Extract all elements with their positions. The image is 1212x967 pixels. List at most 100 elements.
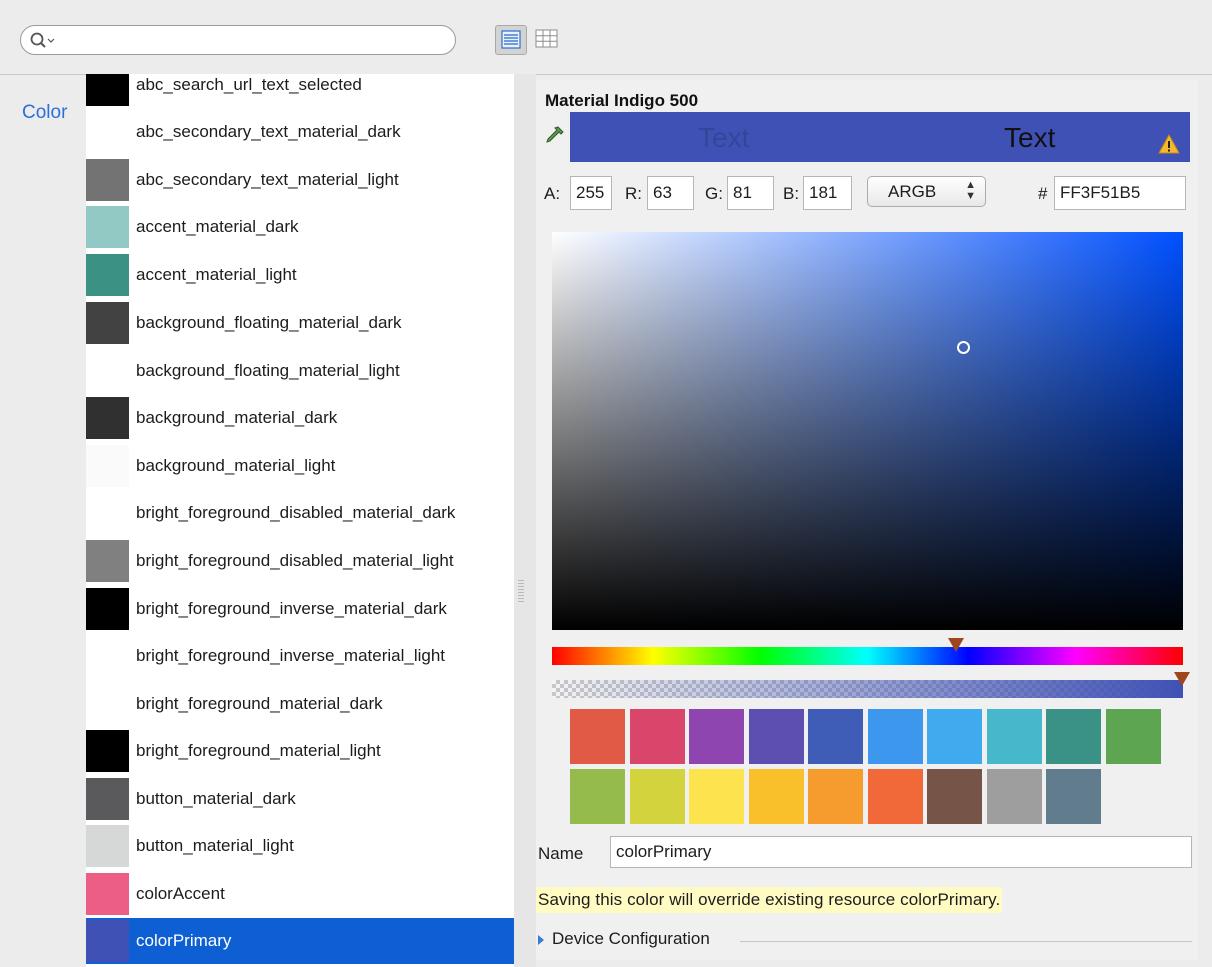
color-swatch bbox=[86, 492, 129, 534]
color-name: accent_material_dark bbox=[136, 217, 299, 236]
color-swatch bbox=[86, 588, 129, 630]
palette-color[interactable] bbox=[1046, 709, 1101, 764]
list-view-icon bbox=[501, 30, 521, 49]
eyedropper-icon[interactable] bbox=[544, 124, 566, 148]
color-name: bright_foreground_disabled_material_dark bbox=[136, 503, 456, 522]
palette-color[interactable] bbox=[570, 769, 625, 824]
color-list-item[interactable]: background_material_light bbox=[86, 443, 514, 489]
color-swatch bbox=[86, 302, 129, 344]
color-list-item[interactable]: bright_foreground_inverse_material_dark bbox=[86, 586, 514, 632]
palette-color[interactable] bbox=[986, 709, 1042, 764]
color-list-item[interactable]: bright_foreground_disabled_material_ligh… bbox=[86, 538, 514, 584]
color-list-item[interactable]: background_floating_material_light bbox=[86, 348, 514, 394]
grid-view-icon bbox=[535, 29, 558, 48]
green-label: G: bbox=[705, 184, 723, 203]
color-list-item[interactable]: abc_secondary_text_material_light bbox=[86, 157, 514, 203]
green-field[interactable] bbox=[727, 176, 774, 210]
color-swatch bbox=[86, 111, 129, 153]
palette-color[interactable] bbox=[927, 769, 982, 824]
color-name: accent_material_light bbox=[136, 265, 297, 284]
alpha-slider[interactable] bbox=[552, 680, 1183, 698]
device-configuration-section[interactable]: Device Configuration bbox=[538, 929, 1192, 953]
hue-slider[interactable] bbox=[552, 647, 1183, 665]
color-name: abc_secondary_text_material_light bbox=[136, 170, 399, 189]
color-name: abc_secondary_text_material_dark bbox=[136, 122, 401, 141]
color-swatch bbox=[86, 74, 129, 106]
color-list-item[interactable]: colorAccent bbox=[86, 871, 514, 917]
color-list-item[interactable]: accent_material_light bbox=[86, 252, 514, 298]
splitter-grip[interactable] bbox=[518, 580, 524, 602]
color-swatch bbox=[86, 350, 129, 392]
color-picker-cursor[interactable] bbox=[957, 341, 970, 354]
blue-field[interactable] bbox=[803, 176, 852, 210]
hue-slider-thumb[interactable] bbox=[948, 638, 964, 652]
color-editor-panel: Material Indigo 500 Text Text A: R: G: B… bbox=[536, 80, 1198, 960]
color-swatch bbox=[86, 635, 129, 677]
alpha-field[interactable] bbox=[570, 176, 612, 210]
color-list-item[interactable]: abc_search_url_text_selected bbox=[86, 74, 514, 108]
palette-color[interactable] bbox=[808, 769, 863, 824]
color-list-item[interactable]: colorPrimary bbox=[86, 918, 514, 964]
palette-color[interactable] bbox=[927, 709, 982, 764]
color-list-item[interactable]: button_material_light bbox=[86, 823, 514, 869]
color-resource-list[interactable]: abc_search_url_text_selected abc_secondar… bbox=[86, 74, 514, 967]
grid-view-button[interactable] bbox=[533, 25, 565, 55]
toolbar bbox=[0, 0, 1212, 75]
color-list-item[interactable]: bright_foreground_material_light bbox=[86, 728, 514, 774]
search-icon bbox=[30, 32, 55, 48]
color-preview: Text Text bbox=[570, 112, 1190, 162]
palette-color[interactable] bbox=[808, 709, 863, 764]
palette-color[interactable] bbox=[689, 709, 744, 764]
color-name: bright_foreground_material_light bbox=[136, 741, 381, 760]
color-swatch bbox=[86, 206, 129, 248]
color-format-value: ARGB bbox=[888, 182, 937, 201]
color-swatch bbox=[86, 397, 129, 439]
palette-color[interactable] bbox=[867, 709, 923, 764]
color-list-item[interactable]: accent_material_dark bbox=[86, 204, 514, 250]
palette-color[interactable] bbox=[570, 709, 625, 764]
search-input[interactable] bbox=[61, 29, 445, 53]
palette-color[interactable] bbox=[689, 769, 744, 824]
preview-text-light: Text bbox=[1004, 122, 1056, 153]
hex-field[interactable] bbox=[1054, 176, 1186, 210]
color-list-item[interactable]: background_material_dark bbox=[86, 395, 514, 441]
search-box[interactable] bbox=[20, 25, 456, 55]
color-format-select[interactable]: ARGB ▲ ▼ bbox=[867, 176, 986, 207]
color-name: background_floating_material_light bbox=[136, 361, 400, 380]
disclosure-triangle-icon[interactable] bbox=[538, 935, 544, 945]
color-list-item[interactable]: bright_foreground_inverse_material_light bbox=[86, 633, 514, 679]
color-name: button_material_dark bbox=[136, 789, 296, 808]
alpha-slider-thumb[interactable] bbox=[1174, 672, 1190, 686]
color-list-item[interactable]: abc_secondary_text_material_dark bbox=[86, 109, 514, 155]
palette-color[interactable] bbox=[1046, 769, 1101, 824]
category-color[interactable]: Color bbox=[22, 102, 67, 124]
color-name: background_floating_material_dark bbox=[136, 313, 402, 332]
blue-label: B: bbox=[783, 184, 800, 203]
splitter[interactable] bbox=[514, 74, 536, 967]
red-field[interactable] bbox=[647, 176, 694, 210]
palette-color[interactable] bbox=[748, 769, 804, 824]
palette-color[interactable] bbox=[629, 769, 685, 824]
color-name: colorPrimary bbox=[136, 931, 232, 950]
palette-color[interactable] bbox=[867, 769, 923, 824]
color-swatch bbox=[86, 920, 129, 962]
name-field[interactable] bbox=[610, 836, 1192, 868]
contrast-warning-icon bbox=[1158, 134, 1180, 154]
color-list-item[interactable]: button_material_dark bbox=[86, 776, 514, 822]
color-name: background_material_dark bbox=[136, 408, 338, 427]
color-swatch bbox=[86, 159, 129, 201]
saturation-value-picker[interactable] bbox=[552, 232, 1183, 630]
override-warning-message: Saving this color will override existing… bbox=[536, 887, 1003, 913]
palette-color[interactable] bbox=[986, 769, 1042, 824]
color-list-item[interactable]: bright_foreground_material_dark bbox=[86, 681, 514, 727]
red-label: R: bbox=[625, 184, 642, 203]
palette-color[interactable] bbox=[1105, 709, 1161, 764]
list-view-button[interactable] bbox=[495, 25, 527, 55]
palette-color[interactable] bbox=[629, 709, 685, 764]
color-list-item[interactable]: background_floating_material_dark bbox=[86, 300, 514, 346]
color-list-item[interactable]: bright_foreground_disabled_material_dark bbox=[86, 490, 514, 536]
name-label: Name bbox=[538, 844, 584, 863]
palette-color[interactable] bbox=[748, 709, 804, 764]
preview-text-dark: Text bbox=[698, 122, 750, 153]
color-swatch bbox=[86, 873, 129, 915]
